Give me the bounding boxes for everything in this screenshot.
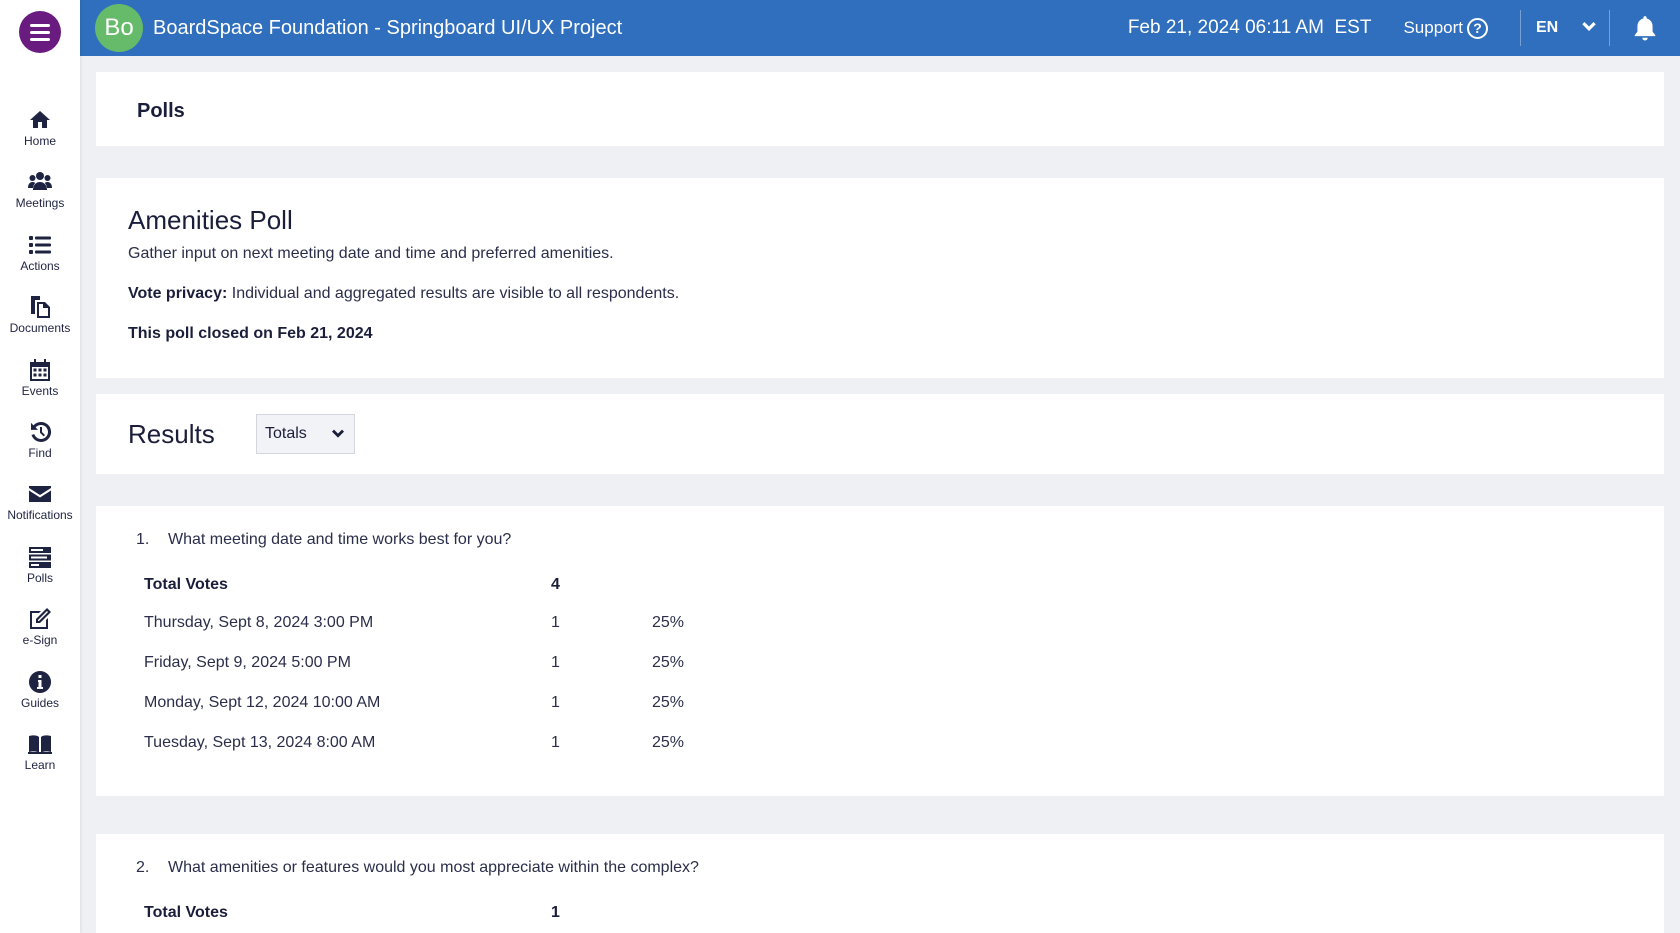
question-number: 2. bbox=[136, 859, 150, 876]
option-votes: 1 bbox=[551, 734, 560, 751]
chevron-down-icon bbox=[1582, 22, 1596, 31]
poll-title: Amenities Poll bbox=[128, 205, 293, 235]
results-title: Results bbox=[128, 419, 215, 449]
total-votes-count: 1 bbox=[551, 904, 560, 921]
result-row: Thursday, Sept 8, 2024 3:00 PM 1 25% bbox=[144, 614, 744, 634]
vote-privacy-label: Vote privacy: bbox=[128, 285, 228, 302]
sidebar: Home Meetings Actions Documents Events F… bbox=[0, 0, 80, 933]
sidebar-item-guides[interactable]: Guides bbox=[0, 666, 80, 728]
poll-closed-notice: This poll closed on Feb 21, 2024 bbox=[128, 325, 373, 342]
option-votes: 1 bbox=[551, 614, 560, 631]
history-icon bbox=[31, 421, 52, 442]
sidebar-item-label: Meetings bbox=[15, 196, 65, 211]
page-title: Polls bbox=[137, 100, 185, 122]
list-icon bbox=[29, 235, 51, 254]
question-heading: 1. What meeting date and time works best… bbox=[136, 531, 511, 549]
total-votes-row: Total Votes 4 bbox=[144, 576, 744, 596]
sidebar-item-label: Polls bbox=[26, 570, 53, 585]
option-percent: 25% bbox=[652, 614, 685, 631]
language-selector[interactable]: EN bbox=[1521, 19, 1609, 37]
documents-icon bbox=[31, 296, 50, 319]
main-menu-button[interactable] bbox=[19, 11, 61, 53]
option-votes: 1 bbox=[551, 694, 560, 711]
question-number: 1. bbox=[136, 531, 150, 548]
sidebar-nav: Home Meetings Actions Documents Events F… bbox=[0, 104, 80, 790]
sidebar-item-meetings[interactable]: Meetings bbox=[0, 166, 80, 228]
option-label: Friday, Sept 9, 2024 5:00 PM bbox=[144, 654, 351, 671]
support-label: Support bbox=[1403, 18, 1463, 37]
question-text: What meeting date and time works best fo… bbox=[168, 531, 512, 548]
sidebar-item-label: Guides bbox=[20, 695, 60, 710]
sidebar-item-esign[interactable]: e-Sign bbox=[0, 603, 80, 665]
home-icon bbox=[30, 111, 50, 128]
sidebar-item-label: e-Sign bbox=[22, 633, 58, 648]
info-icon bbox=[29, 670, 52, 693]
current-datetime: Feb 21, 2024 06:11 AM EST bbox=[1128, 17, 1372, 39]
vote-privacy: Vote privacy: Individual and aggregated … bbox=[128, 285, 679, 303]
sidebar-item-learn[interactable]: Learn bbox=[0, 728, 80, 790]
chevron-down-icon bbox=[332, 429, 344, 438]
result-row: Friday, Sept 9, 2024 5:00 PM 1 25% bbox=[144, 654, 744, 674]
sidebar-item-label: Documents bbox=[9, 321, 71, 336]
vote-privacy-text: Individual and aggregated results are vi… bbox=[227, 285, 680, 302]
hamburger-icon bbox=[30, 23, 50, 27]
option-percent: 25% bbox=[652, 734, 685, 751]
sidebar-item-events[interactable]: Events bbox=[0, 354, 80, 416]
total-votes-label: Total Votes bbox=[144, 904, 228, 921]
total-votes-count: 4 bbox=[551, 576, 560, 593]
page-header-card: Polls bbox=[96, 72, 1664, 146]
result-row: Monday, Sept 12, 2024 10:00 AM 1 25% bbox=[144, 694, 744, 714]
option-percent: 25% bbox=[652, 694, 685, 711]
question-heading: 2. What amenities or features would you … bbox=[136, 859, 699, 877]
sidebar-item-notifications[interactable]: Notifications bbox=[0, 478, 80, 540]
org-avatar[interactable]: Bo bbox=[95, 4, 143, 52]
sidebar-item-label: Learn bbox=[24, 757, 56, 772]
sidebar-item-find[interactable]: Find bbox=[0, 416, 80, 478]
results-view-select[interactable]: Totals bbox=[256, 414, 355, 454]
calendar-icon bbox=[30, 358, 50, 381]
sidebar-item-home[interactable]: Home bbox=[0, 104, 80, 166]
top-bar-right: Feb 21, 2024 06:11 AM EST Support ? EN bbox=[1128, 0, 1680, 56]
sidebar-item-actions[interactable]: Actions bbox=[0, 229, 80, 291]
hamburger-icon-bar bbox=[30, 37, 50, 41]
sidebar-item-label: Notifications bbox=[7, 508, 73, 523]
poll-icon bbox=[29, 546, 51, 568]
bell-icon bbox=[1634, 16, 1656, 41]
support-link[interactable]: Support ? bbox=[1403, 17, 1488, 39]
sidebar-item-label: Events bbox=[21, 383, 59, 398]
notifications-bell[interactable] bbox=[1610, 15, 1680, 41]
option-votes: 1 bbox=[551, 654, 560, 671]
results-header-card: Results Totals bbox=[96, 394, 1664, 474]
help-icon: ? bbox=[1467, 17, 1488, 39]
sidebar-item-label: Find bbox=[28, 445, 52, 460]
org-title[interactable]: BoardSpace Foundation - Springboard UI/U… bbox=[153, 17, 622, 40]
question-card: 2. What amenities or features would you … bbox=[96, 834, 1664, 933]
top-bar: Bo BoardSpace Foundation - Springboard U… bbox=[80, 0, 1680, 56]
option-label: Thursday, Sept 8, 2024 3:00 PM bbox=[144, 614, 374, 631]
poll-description: Gather input on next meeting date and ti… bbox=[128, 245, 614, 262]
option-percent: 25% bbox=[652, 654, 685, 671]
hamburger-icon-bar bbox=[30, 30, 50, 34]
datetime-value: Feb 21, 2024 06:11 AM bbox=[1127, 17, 1324, 38]
poll-info-card: Amenities Poll Gather input on next meet… bbox=[96, 178, 1664, 378]
total-votes-row: Total Votes 1 bbox=[144, 904, 744, 924]
envelope-icon bbox=[29, 486, 51, 503]
sidebar-item-polls[interactable]: Polls bbox=[0, 541, 80, 603]
results-view-value: Totals bbox=[265, 425, 307, 442]
question-card: 1. What meeting date and time works best… bbox=[96, 506, 1664, 796]
option-label: Tuesday, Sept 13, 2024 8:00 AM bbox=[144, 734, 376, 751]
book-icon bbox=[28, 735, 52, 754]
total-votes-label: Total Votes bbox=[144, 576, 228, 593]
question-text: What amenities or features would you mos… bbox=[168, 859, 699, 876]
edit-icon bbox=[30, 608, 51, 630]
option-label: Monday, Sept 12, 2024 10:00 AM bbox=[144, 694, 381, 711]
sidebar-item-label: Home bbox=[23, 134, 56, 148]
language-label: EN bbox=[1536, 19, 1559, 36]
sidebar-item-documents[interactable]: Documents bbox=[0, 291, 80, 353]
people-icon bbox=[28, 172, 52, 191]
timezone: EST bbox=[1334, 17, 1372, 38]
result-row: Tuesday, Sept 13, 2024 8:00 AM 1 25% bbox=[144, 734, 744, 754]
sidebar-item-label: Actions bbox=[20, 258, 60, 273]
